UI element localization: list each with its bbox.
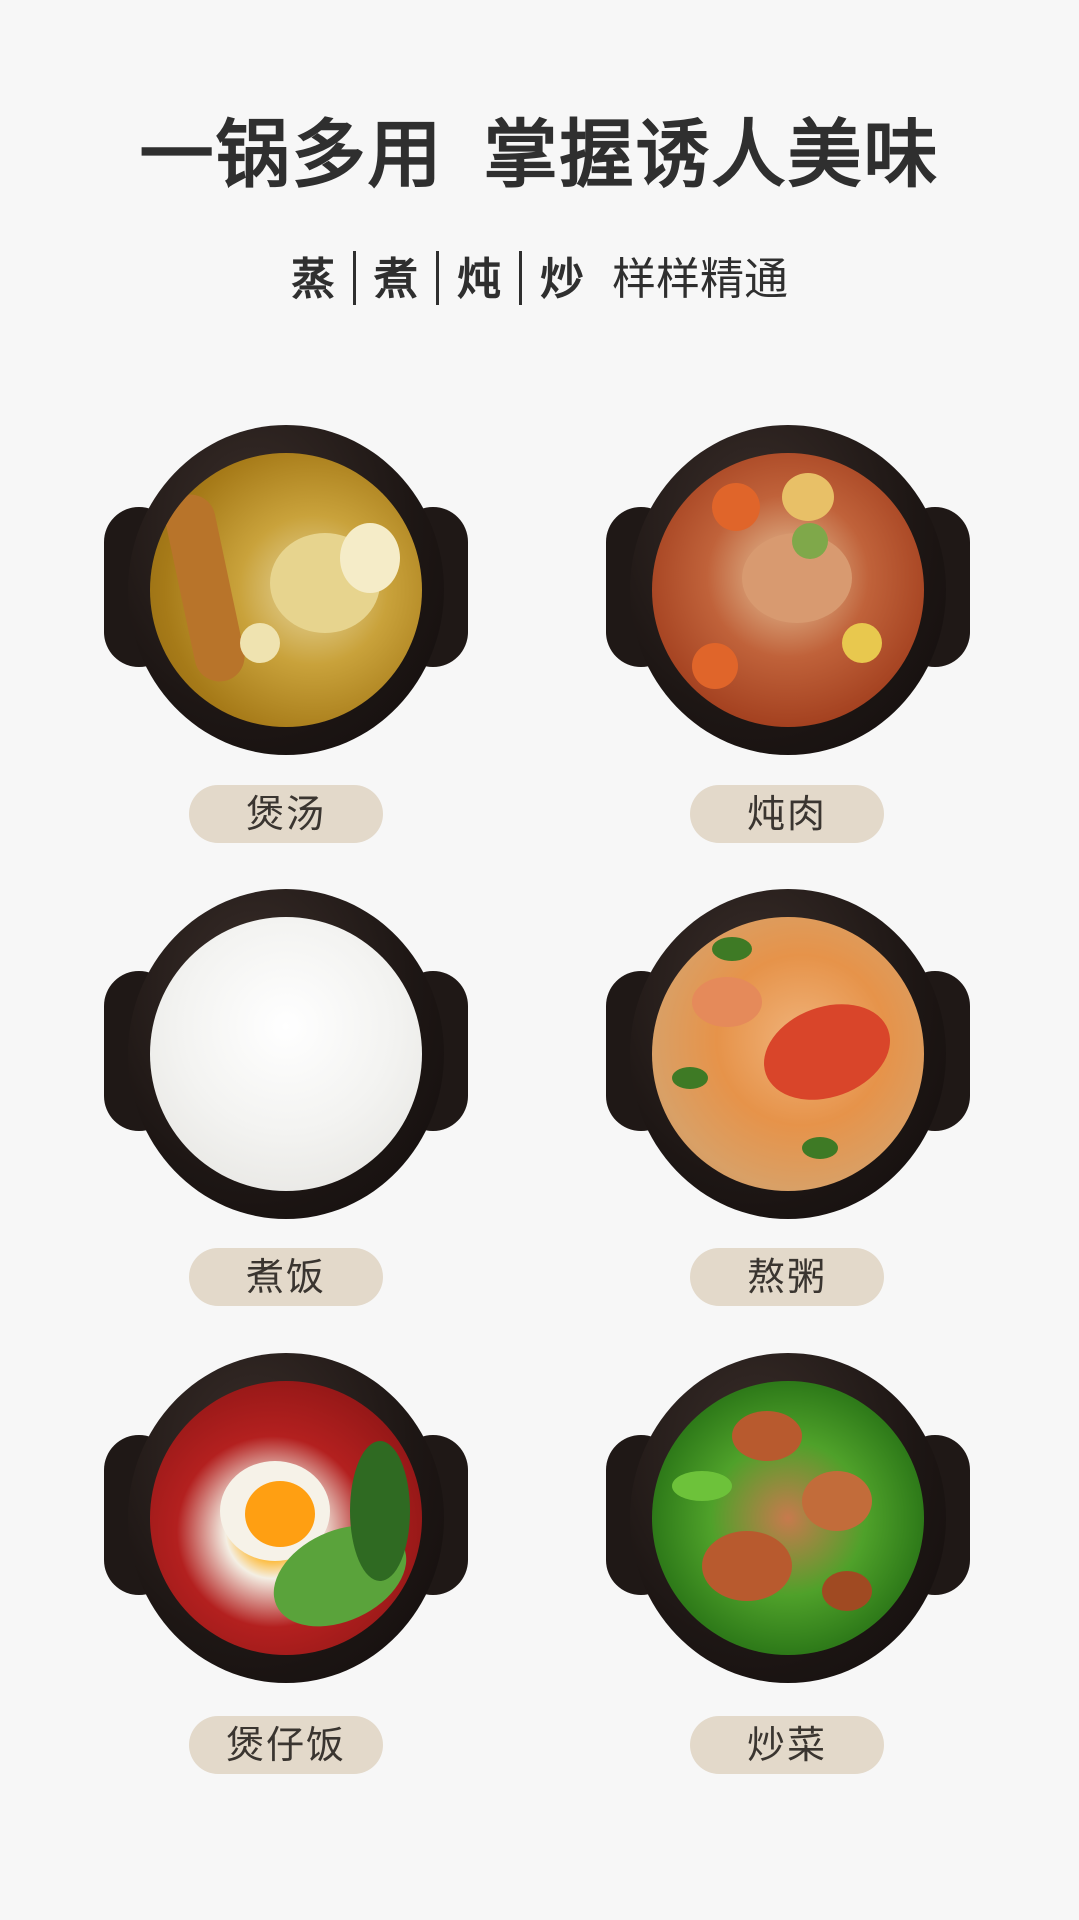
soup-pot-image xyxy=(104,425,468,755)
divider xyxy=(436,251,439,305)
dish-card-soup xyxy=(104,425,468,755)
methods-tail: 样样精通 xyxy=(612,254,788,305)
dish-card-stew xyxy=(606,425,970,755)
dish-label-stew: 炖肉 xyxy=(690,785,884,843)
dish-label-stir-fry: 炒菜 xyxy=(690,1716,884,1774)
title-part-1: 一锅多用 xyxy=(139,112,444,198)
divider xyxy=(353,251,356,305)
cooking-methods-line: 蒸煮炖炒样样精通 xyxy=(0,251,1079,309)
page-title: 一锅多用 掌握诱人美味 xyxy=(0,118,1079,192)
dish-card-porridge xyxy=(606,889,970,1219)
stir-fry-pot-image xyxy=(606,1353,970,1683)
method-stir-fry: 炒 xyxy=(540,254,584,305)
porridge-pot-image xyxy=(606,889,970,1219)
divider xyxy=(519,251,522,305)
stew-pot-image xyxy=(606,425,970,755)
method-steam: 蒸 xyxy=(291,254,335,305)
dish-card-rice xyxy=(104,889,468,1219)
dish-label-soup: 煲汤 xyxy=(189,785,383,843)
dish-card-stir-fry xyxy=(606,1353,970,1683)
title-part-2: 掌握诱人美味 xyxy=(483,112,940,198)
method-stew: 炖 xyxy=(457,254,501,305)
dish-label-rice: 煮饭 xyxy=(189,1248,383,1306)
method-boil: 煮 xyxy=(374,254,418,305)
dish-card-claypot-rice xyxy=(104,1353,468,1683)
claypot-rice-image xyxy=(104,1353,468,1683)
rice-pot-image xyxy=(104,889,468,1219)
dish-label-claypot-rice: 煲仔饭 xyxy=(189,1716,383,1774)
dish-label-porridge: 熬粥 xyxy=(690,1248,884,1306)
